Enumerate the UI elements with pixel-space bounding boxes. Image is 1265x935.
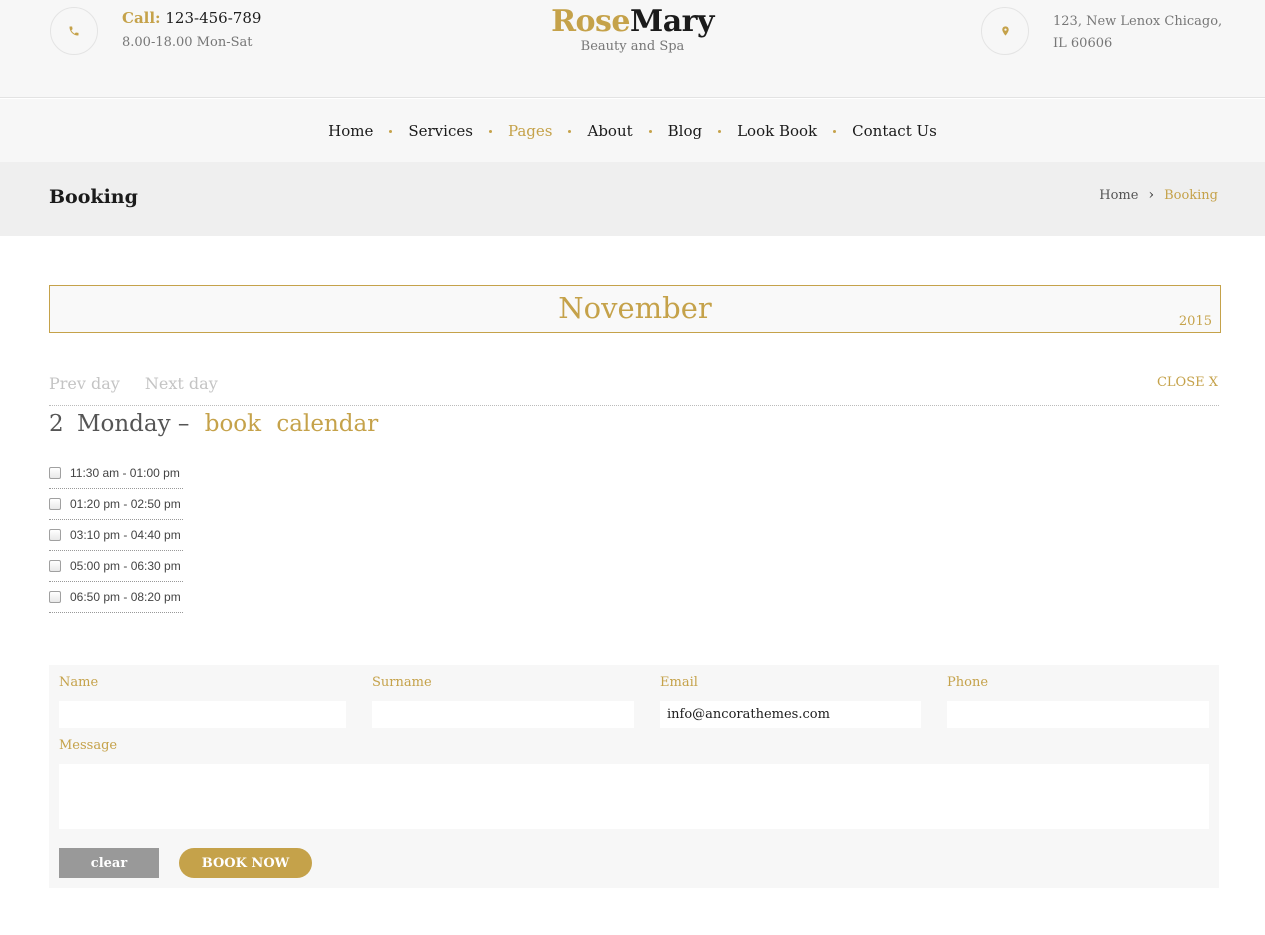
time-slot[interactable]: 01:20 pm - 02:50 pm bbox=[49, 489, 183, 520]
slot-checkbox[interactable] bbox=[49, 498, 61, 510]
time-slot[interactable]: 11:30 am - 01:00 pm bbox=[49, 458, 183, 489]
slot-time: 01:20 pm - 02:50 pm bbox=[70, 497, 181, 511]
chevron-right-icon: › bbox=[1148, 187, 1155, 203]
nav-separator bbox=[833, 130, 837, 133]
main-nav: Home Services Pages About Blog Look Book… bbox=[0, 99, 1265, 162]
nav-separator bbox=[389, 130, 393, 133]
next-day-link[interactable]: Next day bbox=[145, 374, 218, 393]
email-field[interactable] bbox=[660, 701, 921, 728]
month-year: 2015 bbox=[1178, 314, 1212, 329]
top-header: Call: 123-456-789 8.00-18.00 Mon-Sat Ros… bbox=[0, 0, 1265, 98]
nav-separator bbox=[568, 130, 572, 133]
time-slots: 11:30 am - 01:00 pm 01:20 pm - 02:50 pm … bbox=[49, 458, 183, 613]
nav-item-pages[interactable]: Pages bbox=[508, 122, 553, 140]
email-label: Email bbox=[660, 675, 698, 690]
day-heading: 2 Monday – book calendar bbox=[49, 411, 378, 437]
breadcrumb-home[interactable]: Home bbox=[1099, 188, 1138, 203]
nav-item-home[interactable]: Home bbox=[328, 122, 373, 140]
month-name: November bbox=[558, 291, 712, 325]
slot-checkbox[interactable] bbox=[49, 529, 61, 541]
nav-item-blog[interactable]: Blog bbox=[668, 122, 702, 140]
name-field[interactable] bbox=[59, 701, 346, 728]
phone-label: Phone bbox=[947, 675, 989, 690]
surname-field[interactable] bbox=[372, 701, 634, 728]
calendar-word: calendar bbox=[276, 411, 379, 437]
logo-part-rose: Rose bbox=[551, 4, 631, 39]
nav-separator bbox=[648, 130, 652, 133]
book-word: book bbox=[204, 411, 262, 437]
slot-checkbox[interactable] bbox=[49, 560, 61, 572]
time-slot[interactable]: 06:50 pm - 08:20 pm bbox=[49, 582, 183, 613]
time-slot[interactable]: 03:10 pm - 04:40 pm bbox=[49, 520, 183, 551]
heading-dash: – bbox=[177, 411, 190, 437]
slot-time: 05:00 pm - 06:30 pm bbox=[70, 559, 181, 573]
surname-label: Surname bbox=[372, 675, 432, 690]
message-label: Message bbox=[59, 738, 118, 753]
weekday: Monday bbox=[76, 411, 171, 437]
breadcrumb-current: Booking bbox=[1164, 187, 1218, 203]
page-title: Booking bbox=[49, 186, 138, 208]
slot-time: 06:50 pm - 08:20 pm bbox=[70, 590, 181, 604]
address-line-1: 123, New Lenox Chicago, bbox=[1053, 14, 1223, 29]
clear-button[interactable]: clear bbox=[59, 848, 159, 878]
nav-separator bbox=[488, 130, 492, 133]
month-header: November 2015 bbox=[49, 285, 1221, 333]
time-slot[interactable]: 05:00 pm - 06:30 pm bbox=[49, 551, 183, 582]
day-number: 2 bbox=[49, 411, 64, 437]
slot-time: 03:10 pm - 04:40 pm bbox=[70, 528, 181, 542]
name-label: Name bbox=[59, 675, 99, 690]
day-navigation: Prev day Next day bbox=[49, 374, 218, 393]
book-now-button[interactable]: BOOK NOW bbox=[179, 848, 312, 878]
breadcrumb: Home › Booking bbox=[1099, 187, 1218, 203]
logo-part-mary: Mary bbox=[630, 4, 714, 39]
address-line-2: IL 60606 bbox=[1053, 36, 1113, 51]
slot-checkbox[interactable] bbox=[49, 591, 61, 603]
nav-item-about[interactable]: About bbox=[587, 122, 632, 140]
nav-item-look-book[interactable]: Look Book bbox=[737, 122, 817, 140]
booking-form: Name Surname Email Phone Message clear B… bbox=[49, 665, 1219, 888]
prev-day-link[interactable]: Prev day bbox=[49, 374, 120, 393]
page-title-band: Booking Home › Booking bbox=[0, 162, 1265, 236]
divider bbox=[49, 405, 1219, 406]
nav-item-contact-us[interactable]: Contact Us bbox=[852, 122, 937, 140]
slot-time: 11:30 am - 01:00 pm bbox=[70, 466, 180, 480]
close-button[interactable]: CLOSE X bbox=[1157, 375, 1218, 390]
phone-field[interactable] bbox=[947, 701, 1209, 728]
address: 123, New Lenox Chicago, IL 60606 bbox=[1053, 11, 1243, 55]
nav-separator bbox=[718, 130, 722, 133]
slot-checkbox[interactable] bbox=[49, 467, 61, 479]
nav-item-services[interactable]: Services bbox=[408, 122, 473, 140]
map-pin-icon bbox=[981, 7, 1029, 55]
message-field[interactable] bbox=[59, 764, 1209, 829]
